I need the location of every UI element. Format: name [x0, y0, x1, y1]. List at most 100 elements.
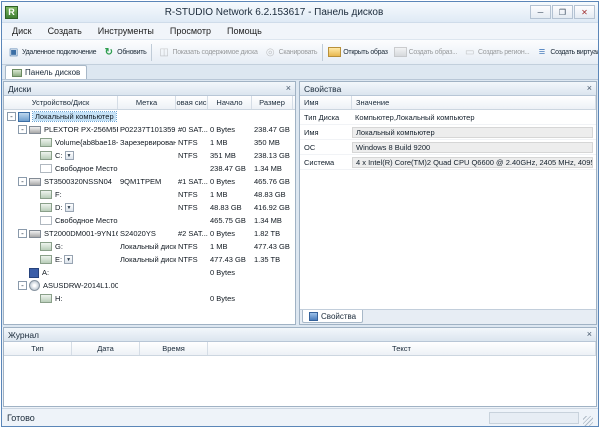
properties-column-header[interactable]: Имя	[300, 96, 352, 109]
remote-connect-button[interactable]: Удаленное подключение	[4, 43, 99, 62]
journal-close-icon[interactable]: ×	[587, 330, 592, 339]
disk-row[interactable]: - Локальный компьютер	[4, 110, 295, 123]
device-name: Свободное Место21	[55, 216, 118, 225]
disks-column-headers: Устройство/ДискМеткаовая сисНачалоРазмер	[4, 96, 295, 110]
menu-item-1[interactable]: Создать	[40, 24, 90, 38]
app-window: R R-STUDIO Network 6.2.153617 - Панель д…	[1, 1, 599, 427]
tab-properties[interactable]: Свойства	[302, 310, 363, 323]
filesystem-cell: #0 SAT...	[176, 123, 208, 136]
disks-close-icon[interactable]: ×	[286, 84, 291, 93]
filesystem-cell: NTFS	[176, 149, 208, 162]
menu-item-2[interactable]: Инструменты	[90, 24, 162, 38]
properties-column-header[interactable]: Значение	[352, 96, 596, 109]
maximize-button[interactable]: ❐	[552, 5, 573, 19]
disks-column-header[interactable]: Начало	[208, 96, 252, 109]
disk-row[interactable]: Свободное Место18238.47 GB1.34 MB	[4, 162, 295, 175]
size-cell: 1.82 TB	[252, 227, 293, 240]
properties-panel: Свойства × ИмяЗначение Тип ДискаКомпьюте…	[299, 81, 597, 325]
journal-column-headers: ТипДатаВремяТекст	[4, 342, 596, 356]
expander-icon[interactable]: -	[18, 229, 27, 238]
volume-icon	[40, 151, 52, 160]
journal-column-header[interactable]: Тип	[4, 342, 72, 355]
disk-row[interactable]: -ST2000DM001-9YN164CC46S24020YS#2 SAT...…	[4, 227, 295, 240]
property-row[interactable]: Тип ДискаКомпьютер,Локальный компьютер	[300, 110, 596, 125]
volume-dropdown-icon[interactable]: ▼	[64, 255, 73, 264]
property-row[interactable]: ОСWindows 8 Build 9200	[300, 140, 596, 155]
expander-icon[interactable]: -	[18, 125, 27, 134]
create-raid-button[interactable]: Создать виртуальный RAID▼	[532, 43, 598, 62]
volume-dropdown-icon[interactable]: ▼	[65, 151, 74, 160]
disks-column-header[interactable]: Метка	[118, 96, 176, 109]
label-cell	[118, 110, 176, 123]
property-row[interactable]: ИмяЛокальный компьютер	[300, 125, 596, 140]
label-cell	[118, 149, 176, 162]
device-name: Локальный компьютер	[33, 112, 116, 121]
start-cell: 0 Bytes	[208, 123, 252, 136]
status-segment	[489, 412, 579, 424]
disk-row[interactable]: G:Локальный дискNTFS1 MB477.43 GB	[4, 240, 295, 253]
create-region-icon	[463, 46, 476, 59]
start-cell: 477.43 GB	[208, 253, 252, 266]
volume-icon	[40, 203, 52, 212]
disk-row[interactable]: -ASUSDRW-2014L1.00	[4, 279, 295, 292]
label-cell: S24020YS	[118, 227, 176, 240]
disks-column-header[interactable]: овая сис	[176, 96, 208, 109]
open-image-button[interactable]: Открыть образ	[325, 44, 390, 60]
disks-panel-title: Диски	[8, 84, 31, 94]
label-cell	[118, 266, 176, 279]
title-bar[interactable]: R R-STUDIO Network 6.2.153617 - Панель д…	[2, 2, 598, 23]
refresh-button[interactable]: Обновить	[99, 43, 149, 62]
tab-disk-panel[interactable]: Панель дисков	[5, 65, 87, 79]
volume-dropdown-icon[interactable]: ▼	[65, 203, 74, 212]
filesystem-cell	[176, 214, 208, 227]
start-cell: 1 MB	[208, 188, 252, 201]
journal-column-header[interactable]: Время	[140, 342, 208, 355]
menu-item-0[interactable]: Диск	[4, 24, 40, 38]
status-bar: Готово	[2, 408, 598, 426]
minimize-button[interactable]: ─	[530, 5, 551, 19]
journal-column-header[interactable]: Дата	[72, 342, 140, 355]
disks-panel: Диски × Устройство/ДискМеткаовая сисНача…	[3, 81, 296, 325]
journal-column-header[interactable]: Текст	[208, 342, 596, 355]
disk-row[interactable]: E:▼Локальный дискNTFS477.43 GB1.35 TB	[4, 253, 295, 266]
start-cell: 1 MB	[208, 136, 252, 149]
disk-row[interactable]: F:NTFS1 MB48.83 GB	[4, 188, 295, 201]
toolbar-separator	[322, 44, 323, 61]
label-cell: Зарезервирован...	[118, 136, 176, 149]
device-cell: - Локальный компьютер	[4, 110, 118, 123]
filesystem-cell: NTFS	[176, 201, 208, 214]
disk-row[interactable]: D:▼NTFS48.83 GB416.92 GB	[4, 201, 295, 214]
disk-row[interactable]: Volume{ab8bae18-25e-...Зарезервирован...…	[4, 136, 295, 149]
expander-icon[interactable]: -	[18, 177, 27, 186]
expander-icon[interactable]: -	[18, 281, 27, 290]
disks-column-header[interactable]: Устройство/Диск	[4, 96, 118, 109]
disk-row[interactable]: C:▼NTFS351 MB238.13 GB	[4, 149, 295, 162]
device-cell: -PLEXTOR PX-256M5P1.02	[4, 123, 118, 136]
disks-panel-header: Диски ×	[4, 82, 295, 96]
tab-properties-label: Свойства	[321, 312, 356, 321]
disk-row[interactable]: -ST3500320NSSN049QM1TPEM#1 SAT...0 Bytes…	[4, 175, 295, 188]
size-cell: 48.83 GB	[252, 188, 293, 201]
toolbar-separator	[151, 44, 152, 61]
menu-item-4[interactable]: Помощь	[219, 24, 270, 38]
disks-tree: -Локальный компьютер-PLEXTOR PX-256M5P1.…	[4, 110, 295, 324]
device-cell: Свободное Место18	[4, 162, 118, 175]
app-icon: R	[5, 6, 18, 19]
close-button[interactable]: ✕	[574, 5, 595, 19]
expander-icon[interactable]: -	[7, 112, 16, 121]
resize-grip[interactable]	[583, 416, 593, 426]
label-cell	[118, 214, 176, 227]
label-cell	[118, 292, 176, 305]
size-cell: 465.76 GB	[252, 175, 293, 188]
properties-close-icon[interactable]: ×	[587, 84, 592, 93]
size-cell: 350 MB	[252, 136, 293, 149]
disks-column-header[interactable]: Размер	[252, 96, 293, 109]
menu-item-3[interactable]: Просмотр	[162, 24, 219, 38]
disk-row[interactable]: -PLEXTOR PX-256M5P1.02P02237T101359#0 SA…	[4, 123, 295, 136]
disk-row[interactable]: Свободное Место21465.75 GB1.34 MB	[4, 214, 295, 227]
property-row[interactable]: Система4 x Intel(R) Core(TM)2 Quad CPU Q…	[300, 155, 596, 170]
disk-row[interactable]: A:0 Bytes	[4, 266, 295, 279]
tab-disk-panel-label: Панель дисков	[25, 68, 80, 77]
volume-icon	[40, 255, 52, 264]
disk-row[interactable]: H:0 Bytes	[4, 292, 295, 305]
